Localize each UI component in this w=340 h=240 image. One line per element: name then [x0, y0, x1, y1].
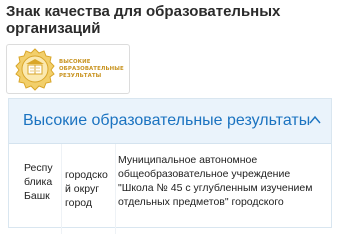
accordion-title: Высокие образовательные результаты: [23, 112, 311, 129]
organization-line: отдельных предметов" городского: [118, 196, 284, 208]
badge-caption: ВЫСОКИЕ ОБРАЗОВАТЕЛЬНЫЕ РЕЗУЛЬТАТЫ: [59, 59, 127, 80]
organization-cell: Муниципальное автономное общеобразовател…: [118, 153, 330, 209]
organization-line: общеобразовательное учреждение: [118, 168, 291, 180]
municipality-line: й округ: [65, 183, 100, 195]
badge-caption-line: ОБРАЗОВАТЕЛЬНЫЕ: [59, 66, 124, 72]
organization-line: "Школа № 45 с углубленным изучением: [118, 182, 313, 194]
column-divider: [61, 144, 62, 234]
municipality-line: городско: [65, 169, 108, 181]
region-line: Респу: [24, 162, 53, 174]
accordion-header[interactable]: Высокие образовательные результаты: [9, 99, 331, 144]
badge-caption-line: ВЫСОКИЕ: [59, 59, 91, 65]
results-accordion: Высокие образовательные результаты Респу…: [8, 98, 332, 234]
region-cell: Респу блика Башк: [24, 161, 60, 203]
table-row: Респу блика Башк городско й округ город …: [9, 144, 331, 234]
municipality-line: город: [65, 197, 93, 209]
badge-caption-line: РЕЗУЛЬТАТЫ: [59, 73, 102, 79]
region-line: блика: [24, 176, 53, 188]
chevron-up-icon[interactable]: [309, 115, 321, 125]
quality-badge: ВЫСОКИЕ ОБРАЗОВАТЕЛЬНЫЕ РЕЗУЛЬТАТЫ: [6, 44, 130, 94]
medal-book-icon: [15, 48, 55, 91]
page-title: Знак качества для образовательных органи…: [6, 3, 281, 37]
municipality-cell: городско й округ город: [65, 168, 121, 210]
organization-line: Муниципальное автономное: [118, 154, 258, 166]
region-line: Башк: [24, 190, 50, 202]
